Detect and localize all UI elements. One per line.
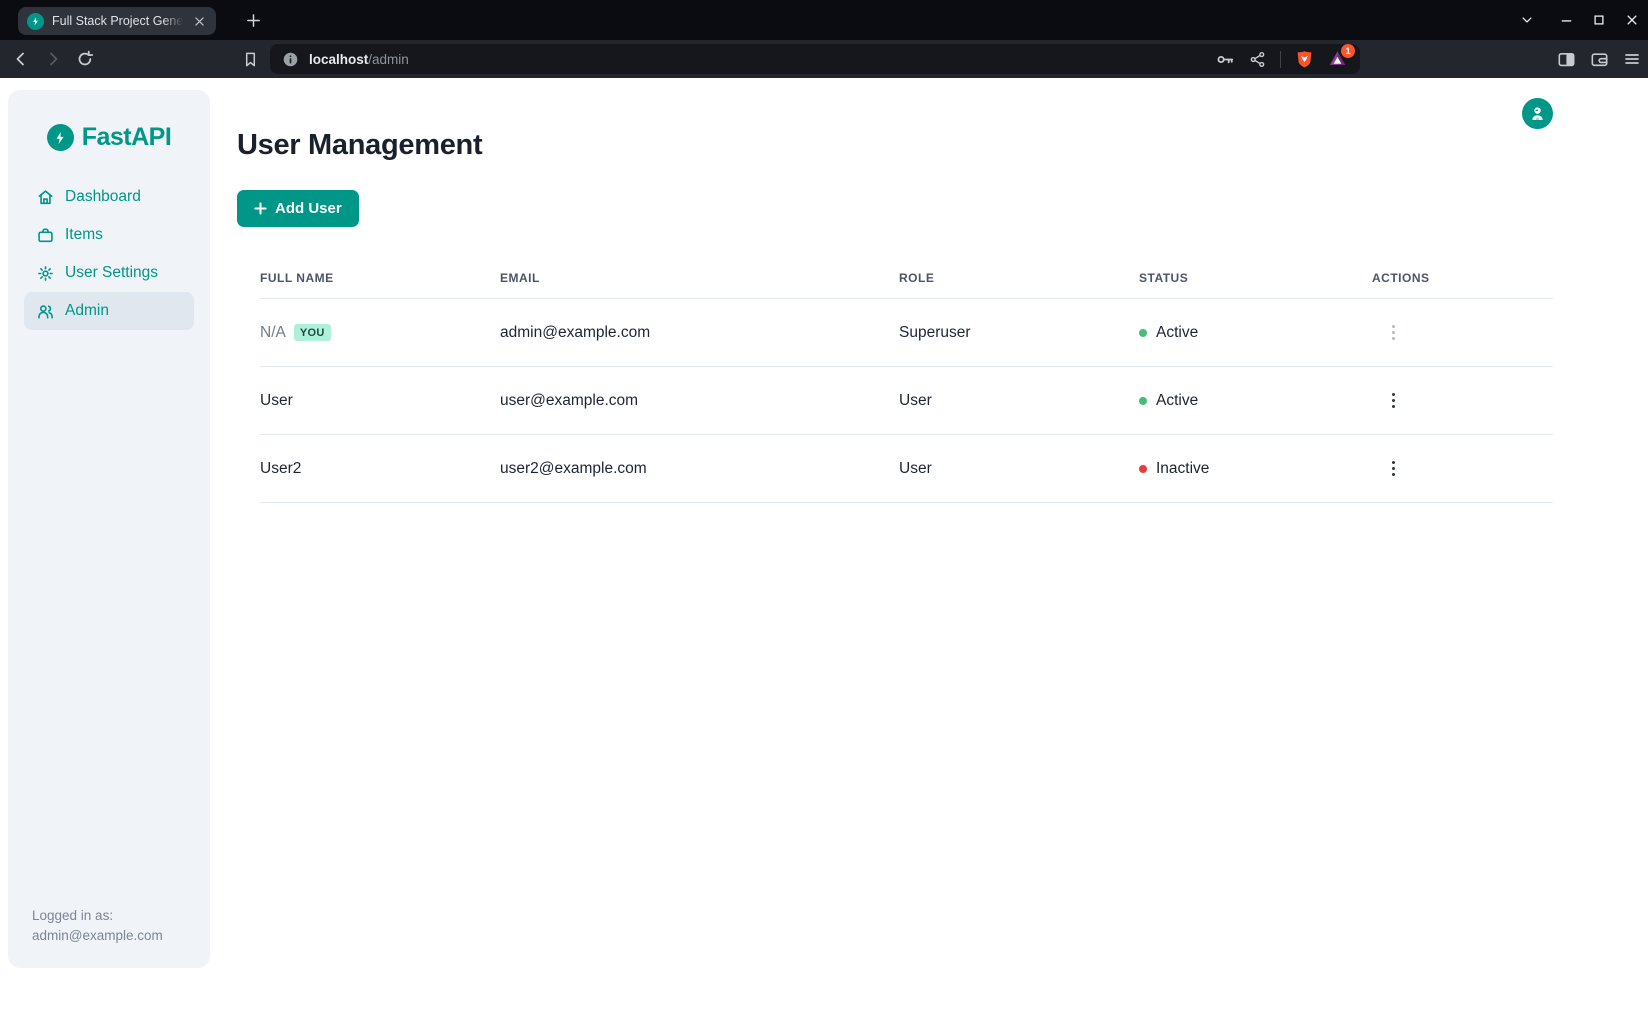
sidebar-item-items[interactable]: Items bbox=[24, 216, 194, 254]
reload-icon[interactable] bbox=[74, 48, 96, 70]
tab-search-icon[interactable] bbox=[1517, 10, 1537, 30]
sidebar-item-label: Admin bbox=[65, 302, 109, 320]
main-content: User Management Add User FULL NAME EMAIL… bbox=[237, 78, 1567, 503]
gear-icon bbox=[37, 265, 54, 282]
user-full-name: N/A bbox=[260, 324, 286, 341]
sidebar: FastAPI Dashboard Items User Settings bbox=[8, 90, 210, 968]
user-role: User bbox=[899, 367, 1139, 435]
fastapi-logo-icon bbox=[47, 124, 74, 151]
sidebar-item-label: User Settings bbox=[65, 264, 158, 282]
sidebar-panel-icon[interactable] bbox=[1555, 48, 1577, 70]
user-full-name: User bbox=[260, 367, 500, 435]
site-info-icon[interactable] bbox=[282, 51, 299, 68]
table-header-row: FULL NAME EMAIL ROLE STATUS ACTIONS bbox=[260, 255, 1553, 299]
status-dot bbox=[1139, 465, 1147, 473]
col-actions: ACTIONS bbox=[1372, 255, 1553, 299]
col-full-name: FULL NAME bbox=[260, 255, 500, 299]
status-dot bbox=[1139, 397, 1147, 405]
url-path: /admin bbox=[368, 52, 409, 67]
user-email: user@example.com bbox=[500, 367, 899, 435]
sidebar-item-admin[interactable]: Admin bbox=[24, 292, 194, 330]
home-icon bbox=[37, 189, 54, 206]
sidebar-item-label: Items bbox=[65, 226, 103, 244]
back-icon[interactable] bbox=[10, 48, 32, 70]
sidebar-item-dashboard[interactable]: Dashboard bbox=[24, 178, 194, 216]
fastapi-logo-text: FastAPI bbox=[82, 123, 172, 152]
bookmark-icon[interactable] bbox=[239, 48, 261, 70]
new-tab-button[interactable] bbox=[243, 10, 263, 30]
maximize-icon[interactable] bbox=[1589, 10, 1609, 30]
app-page: FastAPI Dashboard Items User Settings bbox=[0, 78, 1648, 1025]
add-user-label: Add User bbox=[275, 200, 342, 217]
close-window-icon[interactable] bbox=[1622, 10, 1642, 30]
table-row: N/A YOU admin@example.com Superuser Activ… bbox=[260, 299, 1553, 367]
browser-tab-bar: Full Stack Project Genera bbox=[0, 0, 1648, 40]
status-label: Active bbox=[1156, 324, 1198, 342]
window-controls bbox=[1504, 0, 1642, 40]
user-email: admin@example.com bbox=[500, 299, 899, 367]
fastapi-logo: FastAPI bbox=[8, 123, 210, 152]
rewards-notification-badge: 1 bbox=[1341, 44, 1355, 58]
users-icon bbox=[37, 303, 54, 320]
password-key-icon[interactable] bbox=[1216, 50, 1235, 69]
browser-tab[interactable]: Full Stack Project Genera bbox=[18, 7, 216, 35]
col-email: EMAIL bbox=[500, 255, 899, 299]
status-dot bbox=[1139, 329, 1147, 337]
brave-shield-icon[interactable] bbox=[1295, 50, 1314, 69]
url-host: localhost bbox=[309, 52, 368, 67]
menu-icon[interactable] bbox=[1621, 48, 1643, 70]
forward-icon[interactable] bbox=[42, 48, 64, 70]
status-label: Inactive bbox=[1156, 460, 1209, 478]
tab-title: Full Stack Project Genera bbox=[52, 14, 183, 28]
user-email: user2@example.com bbox=[500, 435, 899, 503]
logged-in-footer: Logged in as: admin@example.com bbox=[32, 906, 163, 946]
status-label: Active bbox=[1156, 392, 1198, 410]
sidebar-nav: Dashboard Items User Settings Admin bbox=[8, 178, 210, 330]
col-role: ROLE bbox=[899, 255, 1139, 299]
user-role: Superuser bbox=[899, 299, 1139, 367]
minimize-icon[interactable] bbox=[1556, 10, 1576, 30]
user-full-name: User2 bbox=[260, 435, 500, 503]
table-row: User2 user2@example.com User Inactive bbox=[260, 435, 1553, 503]
fastapi-favicon-icon bbox=[27, 13, 44, 30]
sidebar-item-user-settings[interactable]: User Settings bbox=[24, 254, 194, 292]
row-actions-menu bbox=[1384, 319, 1403, 346]
page-title: User Management bbox=[237, 127, 1567, 163]
address-bar[interactable]: localhost/admin 1 bbox=[270, 44, 1360, 74]
users-table: FULL NAME EMAIL ROLE STATUS ACTIONS N/A Y… bbox=[237, 255, 1553, 503]
you-badge: YOU bbox=[294, 324, 331, 341]
logged-in-label: Logged in as: bbox=[32, 906, 163, 926]
browser-toolbar: localhost/admin 1 bbox=[0, 40, 1648, 78]
sidebar-item-label: Dashboard bbox=[65, 188, 141, 206]
share-icon[interactable] bbox=[1249, 51, 1266, 68]
logged-in-email: admin@example.com bbox=[32, 926, 163, 946]
brave-rewards-icon[interactable]: 1 bbox=[1328, 49, 1348, 69]
tab-close-icon[interactable] bbox=[191, 13, 207, 29]
user-role: User bbox=[899, 435, 1139, 503]
toolbar-divider bbox=[1280, 51, 1281, 68]
wallet-icon[interactable] bbox=[1588, 48, 1610, 70]
briefcase-icon bbox=[37, 227, 54, 244]
plus-icon bbox=[254, 202, 267, 215]
add-user-button[interactable]: Add User bbox=[237, 190, 359, 227]
row-actions-menu[interactable] bbox=[1384, 455, 1403, 482]
row-actions-menu[interactable] bbox=[1384, 387, 1403, 414]
col-status: STATUS bbox=[1139, 255, 1372, 299]
table-row: User user@example.com User Active bbox=[260, 367, 1553, 435]
